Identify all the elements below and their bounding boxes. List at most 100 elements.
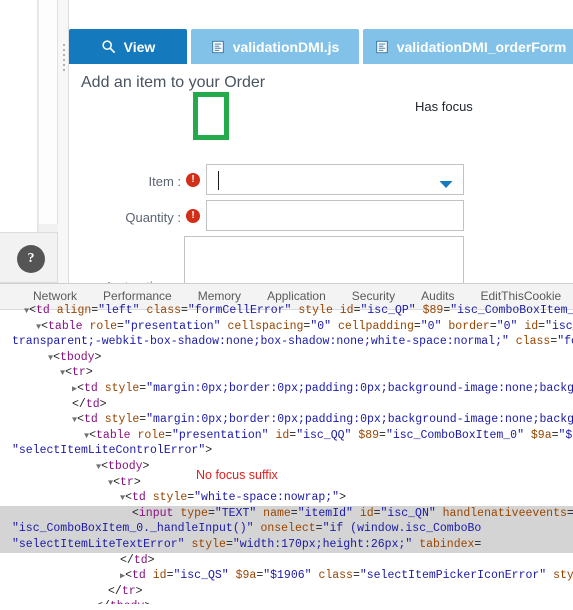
page-title: Add an item to your Order xyxy=(81,74,266,91)
dom-token: id xyxy=(275,428,290,442)
dom-token: id xyxy=(359,506,374,520)
dom-token: "isc_QS" xyxy=(173,569,229,583)
dom-tree-line[interactable]: ▼<tr> xyxy=(0,365,573,381)
dom-token: type xyxy=(180,506,208,520)
quantity-input[interactable] xyxy=(206,200,464,231)
dom-token: "selectItemPickerIconError" xyxy=(359,569,547,583)
dom-tree-line[interactable]: "isc_ComboBoxItem_0._handleInput()" onse… xyxy=(0,521,573,537)
dom-tree-line[interactable]: </tr> xyxy=(0,584,573,600)
add-item-form: Add an item to your Order Item : ! Quant… xyxy=(69,64,573,283)
dom-token: class xyxy=(146,304,181,317)
dom-token: name xyxy=(263,506,291,520)
dom-token: = xyxy=(379,428,386,442)
dom-tree-line[interactable]: </tbody> xyxy=(0,599,573,604)
has-focus-note: Has focus xyxy=(415,99,473,114)
dom-token: "form xyxy=(557,335,573,349)
dom-token: = xyxy=(352,569,360,583)
dom-token: transparent;-webkit-box-shadow:none;box-… xyxy=(12,335,509,349)
dom-tree-line[interactable]: ▼<table role="presentation" id="isc_QQ" … xyxy=(0,428,573,444)
dom-token: class xyxy=(515,335,551,349)
dom-token: > xyxy=(94,350,102,364)
tab-validationdmi-orderform[interactable]: validationDMI_orderForm xyxy=(363,29,573,64)
tab-validationdmi-js-label: validationDMI.js xyxy=(232,38,340,55)
dom-token xyxy=(146,491,153,504)
dom-token: style xyxy=(553,569,573,583)
dom-token: = xyxy=(315,522,323,536)
left-outer-pane xyxy=(0,0,38,244)
tab-view[interactable]: View xyxy=(69,29,187,64)
dom-token: table xyxy=(96,428,131,442)
item-input[interactable] xyxy=(206,164,464,195)
dom-tree-line[interactable]: "selectItemLiteControlError"> xyxy=(0,443,573,459)
dom-token: = xyxy=(290,506,298,520)
dom-token: $9a xyxy=(530,428,552,442)
dom-tree-line[interactable]: ▼<tbody> xyxy=(0,350,573,366)
dom-token: > xyxy=(205,444,213,458)
item-label: Item : xyxy=(148,174,181,189)
dom-tree-line[interactable]: ▼<td style="white-space:nowrap;"> xyxy=(0,490,573,506)
dom-tree-line[interactable]: ▶<td style="margin:0px;border:0px;paddin… xyxy=(0,381,573,397)
dom-tree-line[interactable]: "selectItemLiteTextError" style="width:1… xyxy=(0,536,573,553)
dom-token: "white-space:nowrap;" xyxy=(194,491,340,505)
dom-token xyxy=(353,507,360,520)
dom-token: td xyxy=(84,381,98,395)
dom-token: $9a xyxy=(235,569,257,583)
dom-token: $89 xyxy=(422,304,444,317)
dom-token: style xyxy=(104,381,140,395)
dom-token: "0" xyxy=(310,319,332,333)
dom-tree-line[interactable]: ▼<td style="margin:0px;border:0px;paddin… xyxy=(0,412,573,428)
dom-token: < xyxy=(65,366,73,380)
dom-tree-line[interactable]: </td> xyxy=(0,397,573,413)
dom-tree[interactable]: ▼<td align="left" class="formCellError" … xyxy=(0,303,573,604)
dom-token xyxy=(416,304,423,317)
help-button[interactable]: ? xyxy=(17,245,45,273)
item-error-icon: ! xyxy=(186,173,200,187)
tab-validationdmi-js[interactable]: validationDMI.js xyxy=(191,29,359,64)
dom-tree-line[interactable]: ▼<tr> xyxy=(0,475,573,491)
dom-token: "left" xyxy=(98,304,140,317)
dom-token: cellspacing xyxy=(227,319,304,333)
dom-token: = xyxy=(181,304,188,317)
dom-token: tbody xyxy=(60,350,95,364)
dom-token: td xyxy=(84,413,98,427)
devtools-panel: Network Performance Memory Application S… xyxy=(0,283,573,610)
dom-token: style xyxy=(191,537,226,551)
dom-token: < xyxy=(77,413,85,427)
caret-down-icon[interactable] xyxy=(439,176,453,194)
dom-tree-line[interactable]: ▼<td align="left" class="formCellError" … xyxy=(0,303,573,319)
dom-token: role xyxy=(89,319,118,333)
dom-tree-line[interactable]: <input type="TEXT" name="itemId" id="isc… xyxy=(0,505,573,522)
dom-token: tbody xyxy=(110,600,145,604)
dom-token: "isc_QQ" xyxy=(296,428,352,442)
dom-token: </ xyxy=(108,584,122,598)
dom-token: > xyxy=(339,491,346,505)
dom-token: td xyxy=(132,569,146,583)
dom-token: "isc_RB" xyxy=(545,319,573,333)
pane-splitter[interactable] xyxy=(58,0,69,283)
dom-tree-line[interactable]: transparent;-webkit-box-shadow:none;box-… xyxy=(0,334,573,350)
dom-token xyxy=(333,304,340,317)
dom-tree-line[interactable]: ▼<tbody> xyxy=(0,459,573,475)
dom-token: > xyxy=(133,475,141,489)
dom-tree-line[interactable]: ▶<td id="isc_QS" $9a="$1906" class="sele… xyxy=(0,568,573,584)
dom-token: > xyxy=(99,397,107,411)
dom-tree-line[interactable]: ▼<table role="presentation" cellspacing=… xyxy=(0,319,573,335)
dom-token: "margin:0px;border:0px;padding:0px;backg… xyxy=(146,413,573,427)
dom-token: = xyxy=(489,319,497,333)
dom-token xyxy=(331,320,338,333)
dom-token: "isc_ComboBoxItem_0" xyxy=(450,304,573,317)
dom-token: < xyxy=(29,304,37,317)
page-vertical-scrollbar[interactable] xyxy=(38,0,59,244)
dom-token: = xyxy=(117,319,124,333)
dom-token: < xyxy=(113,475,121,489)
instructions-textarea[interactable] xyxy=(184,236,464,283)
dom-token: </ xyxy=(72,397,86,411)
dom-tree-line[interactable]: </td> xyxy=(0,553,573,569)
dom-token: class xyxy=(318,569,353,583)
dom-token: </ xyxy=(96,600,110,604)
tab-validationdmi-orderform-label: validationDMI_orderForm xyxy=(396,38,567,55)
dom-token: "margin:0px;border:0px;padding:0px;backg… xyxy=(146,381,573,395)
dom-token: "0" xyxy=(496,319,518,333)
dom-token: style xyxy=(298,304,333,317)
dom-token: id xyxy=(152,569,167,583)
